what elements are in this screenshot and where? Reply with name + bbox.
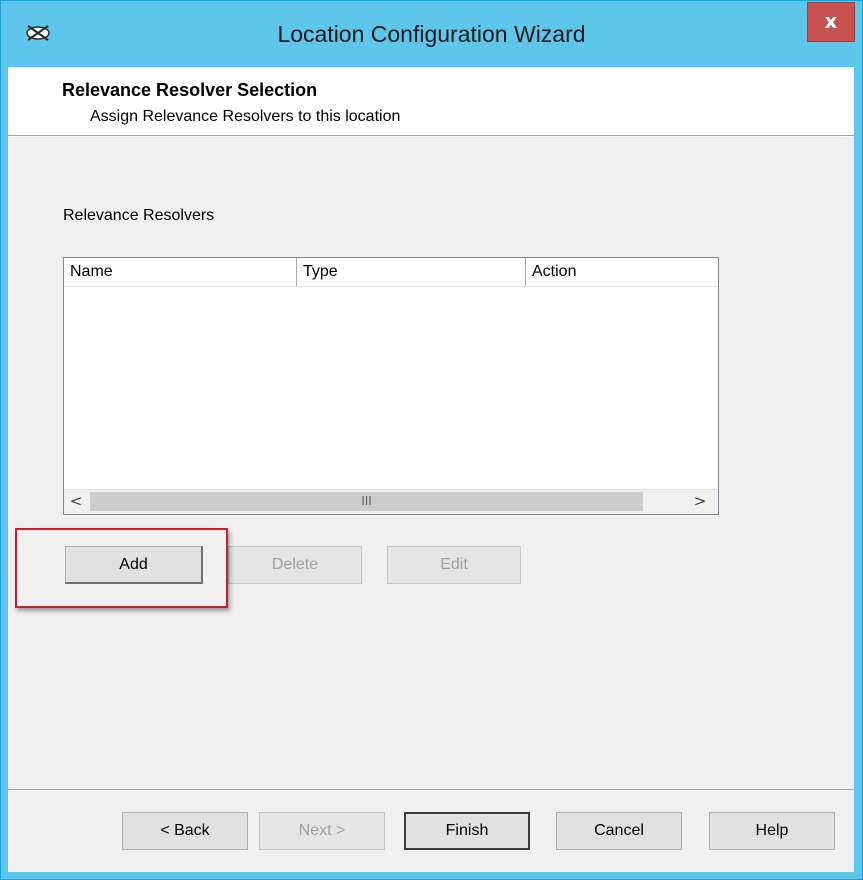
finish-button[interactable]: Finish xyxy=(404,812,530,850)
add-button-highlight xyxy=(15,528,228,608)
scrollbar-thumb[interactable]: III xyxy=(90,492,643,511)
footer-divider xyxy=(8,789,854,791)
next-button[interactable]: Next > xyxy=(259,812,385,850)
page-subtitle: Assign Relevance Resolvers to this locat… xyxy=(90,108,401,125)
title-bar[interactable]: Location Configuration Wizard x xyxy=(1,1,862,67)
scroll-right-icon[interactable]: > xyxy=(688,490,712,514)
wizard-header: Relevance Resolver Selection Assign Rele… xyxy=(8,67,854,135)
scroll-left-icon[interactable]: < xyxy=(64,490,88,514)
column-header-name[interactable]: Name xyxy=(64,258,296,286)
cancel-button[interactable]: Cancel xyxy=(556,812,682,850)
edit-button[interactable]: Edit xyxy=(387,546,521,584)
back-button[interactable]: < Back xyxy=(122,812,248,850)
help-button[interactable]: Help xyxy=(709,812,835,850)
wizard-client-area: Relevance Resolver Selection Assign Rele… xyxy=(8,67,854,872)
window-title: Location Configuration Wizard xyxy=(277,21,586,47)
wizard-window: Location Configuration Wizard x Relevanc… xyxy=(0,0,863,880)
column-header-action[interactable]: Action xyxy=(526,258,718,286)
resolvers-list[interactable]: Name Type Action < III > xyxy=(63,257,719,515)
close-icon[interactable]: x xyxy=(807,2,855,42)
grip-icon: III xyxy=(361,494,372,508)
delete-button[interactable]: Delete xyxy=(228,546,362,584)
section-label: Relevance Resolvers xyxy=(63,207,215,224)
list-header: Name Type Action xyxy=(64,258,718,287)
column-header-type[interactable]: Type xyxy=(297,258,525,286)
page-title: Relevance Resolver Selection xyxy=(62,80,318,100)
header-divider xyxy=(8,135,854,137)
horizontal-scrollbar[interactable]: < III > xyxy=(64,489,718,514)
